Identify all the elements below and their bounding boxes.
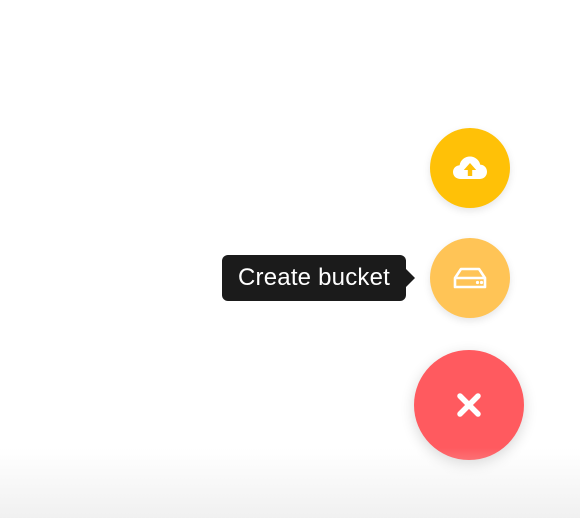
- bottom-fade: [0, 448, 580, 518]
- tooltip-arrow: [406, 269, 416, 287]
- cloud-upload-icon: [450, 153, 490, 183]
- create-bucket-tooltip: Create bucket: [222, 255, 416, 301]
- drive-icon: [453, 267, 487, 289]
- create-bucket-button[interactable]: [430, 238, 510, 318]
- close-fab-button[interactable]: [414, 350, 524, 460]
- close-icon: [456, 392, 482, 418]
- app-canvas: Create bucket: [0, 0, 580, 518]
- upload-button[interactable]: [430, 128, 510, 208]
- tooltip-label: Create bucket: [238, 264, 391, 291]
